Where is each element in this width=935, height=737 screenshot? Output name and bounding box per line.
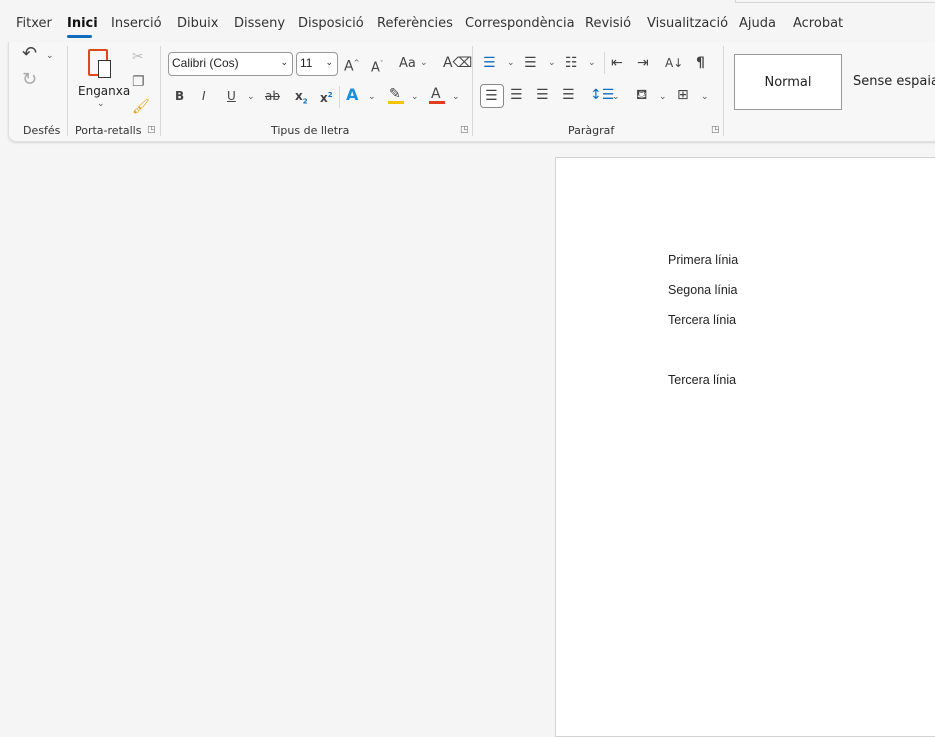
align-center-icon[interactable]: ☰ [510, 86, 523, 104]
clear-formatting-icon[interactable]: A⌫ [443, 54, 472, 72]
superscript-label: x [320, 91, 328, 105]
title-bar-edge [735, 0, 935, 3]
chevron-down-icon: ⌄ [325, 57, 333, 67]
line-spacing-icon[interactable]: ↕☰ [590, 86, 614, 104]
tab-visualitzacio[interactable]: Visualització [647, 16, 728, 31]
chevron-down-icon[interactable]: ⌄ [548, 58, 556, 68]
bullets-icon[interactable]: ☰ [483, 54, 496, 72]
tab-correspondencia[interactable]: Correspondència [465, 16, 575, 31]
paste-chevron-icon[interactable]: ⌄ [97, 99, 105, 109]
style-no-spacing[interactable]: Sense espaiat [853, 74, 935, 89]
grow-font-icon[interactable]: A^ [344, 54, 359, 76]
document-line[interactable]: Segona línia [668, 283, 738, 297]
show-formatting-button[interactable]: ¶ [696, 54, 705, 72]
strikethrough-button[interactable]: ab [265, 87, 280, 105]
font-name-value: Calibri (Cos) [172, 56, 239, 70]
justify-icon[interactable]: ☰ [562, 86, 575, 104]
font-launcher-icon[interactable]: ◳ [460, 125, 469, 135]
tab-dibuix[interactable]: Dibuix [177, 16, 218, 31]
subscript-button[interactable]: x2 [295, 87, 308, 110]
decrease-indent-icon[interactable]: ⇤ [611, 54, 623, 72]
redo-icon[interactable]: ↻ [22, 71, 37, 89]
tab-disposicio[interactable]: Disposició [298, 16, 364, 31]
shrink-font-icon[interactable]: Aˇ [371, 55, 383, 77]
group-label-font: Tipus de lletra [271, 124, 350, 137]
chevron-down-icon[interactable]: ⌄ [507, 58, 515, 68]
chevron-down-icon[interactable]: ⌄ [411, 92, 419, 102]
increase-indent-icon[interactable]: ⇥ [637, 54, 649, 72]
cut-icon[interactable]: ✂ [132, 48, 144, 66]
highlight-color-bar [388, 101, 404, 104]
align-left-button[interactable]: ☰ [480, 84, 504, 108]
document-page[interactable] [555, 157, 935, 737]
text-effects-icon[interactable]: A [346, 86, 358, 104]
borders-icon[interactable]: ⊞ [677, 86, 689, 104]
divider [472, 46, 473, 136]
group-label-undo: Desfés [23, 124, 61, 137]
tab-acrobat[interactable]: Acrobat [793, 16, 843, 31]
multilevel-list-icon[interactable]: ☷ [565, 54, 578, 72]
tab-fitxer[interactable]: Fitxer [16, 16, 52, 31]
chevron-down-icon[interactable]: ⌄ [701, 92, 709, 102]
document-line[interactable]: Tercera línia [668, 373, 736, 387]
divider [160, 46, 161, 136]
chevron-down-icon[interactable]: ⌄ [612, 92, 620, 102]
font-color-bar [429, 101, 445, 104]
tab-insercio[interactable]: Inserció [111, 16, 162, 31]
underline-button[interactable]: U [227, 87, 236, 105]
style-normal[interactable]: Normal [734, 54, 842, 110]
chevron-down-icon[interactable]: ⌄ [368, 92, 376, 102]
active-tab-indicator [67, 35, 92, 38]
format-painter-icon[interactable]: 🖌 [132, 98, 150, 116]
superscript-button[interactable]: x2 [320, 86, 333, 107]
font-size-combo[interactable]: 11 ⌄ [296, 52, 338, 76]
tab-ajuda[interactable]: Ajuda [739, 16, 776, 31]
align-left-icon: ☰ [485, 88, 498, 104]
chevron-down-icon[interactable]: ⌄ [588, 58, 596, 68]
chevron-down-icon[interactable]: ⌄ [420, 58, 428, 68]
undo-icon[interactable]: ↶ [22, 45, 37, 63]
tab-referencies[interactable]: Referències [377, 16, 453, 31]
tab-revisio[interactable]: Revisió [585, 16, 631, 31]
paragraph-launcher-icon[interactable]: ◳ [711, 125, 720, 135]
document-line[interactable]: Tercera línia [668, 313, 736, 327]
subscript-label: x [295, 89, 303, 103]
paste-icon[interactable] [88, 49, 111, 78]
chevron-down-icon[interactable]: ⌄ [452, 92, 460, 102]
tab-disseny[interactable]: Disseny [234, 16, 285, 31]
divider [67, 46, 68, 136]
align-right-icon[interactable]: ☰ [536, 86, 549, 104]
numbering-icon[interactable]: ☰ [524, 54, 537, 72]
italic-button[interactable]: I [202, 87, 206, 105]
sort-icon[interactable]: A↓ [665, 54, 683, 72]
font-size-value: 11 [300, 56, 313, 70]
shading-icon[interactable]: ⛾ [636, 86, 647, 104]
chevron-down-icon: ⌄ [280, 57, 288, 67]
divider [723, 46, 724, 136]
clipboard-launcher-icon[interactable]: ◳ [147, 125, 156, 135]
group-label-clipboard: Porta-retalls [75, 124, 142, 137]
font-name-combo[interactable]: Calibri (Cos) ⌄ [168, 52, 293, 76]
bold-button[interactable]: B [175, 87, 184, 105]
tab-inici[interactable]: Inici [67, 16, 98, 31]
paste-button[interactable]: Enganxa [78, 84, 130, 98]
divider [339, 86, 340, 108]
undo-dropdown-chevron-icon[interactable]: ⌄ [46, 51, 54, 61]
chevron-down-icon[interactable]: ⌄ [247, 92, 255, 102]
copy-icon[interactable]: ❐ [132, 73, 145, 91]
document-line[interactable]: Primera línia [668, 253, 738, 267]
divider [604, 52, 605, 74]
change-case-button[interactable]: Aa [399, 55, 416, 73]
chevron-down-icon[interactable]: ⌄ [659, 92, 667, 102]
group-label-paragraph: Paràgraf [568, 124, 615, 137]
